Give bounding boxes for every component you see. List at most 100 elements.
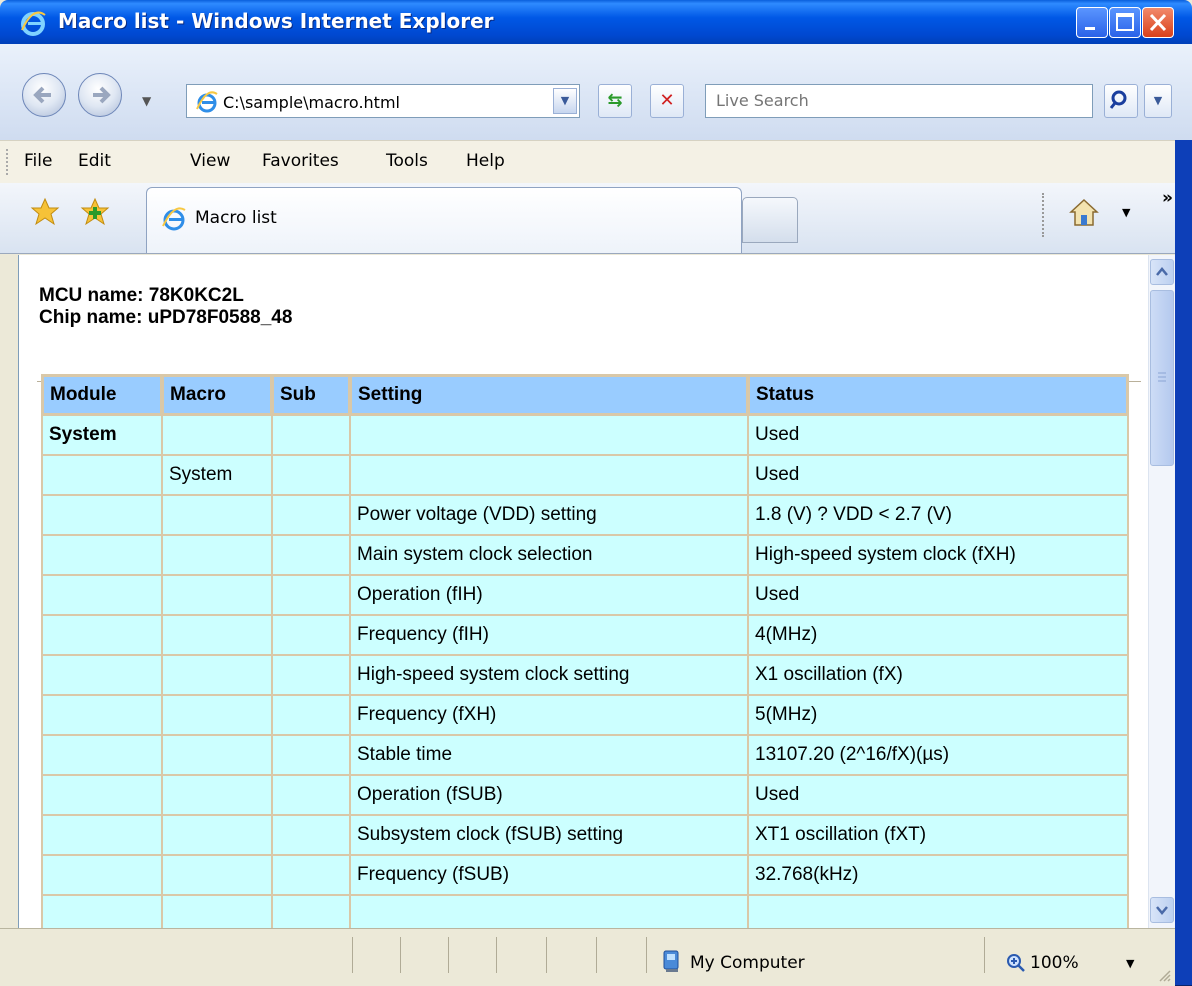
cell-setting: Frequency (fIH) [351,616,747,654]
status-divider [984,937,985,973]
title-bar: Macro list - Windows Internet Explorer [0,0,1192,44]
cell-module [43,736,161,774]
page-content: MCU name: 78K0KC2L Chip name: uPD78F0588… [18,255,1149,928]
menu-edit[interactable]: Edit [78,151,111,171]
menu-view[interactable]: View [190,151,230,171]
cell-status: Used [749,456,1127,494]
menu-help[interactable]: Help [466,151,505,171]
mcu-name: MCU name: 78K0KC2L [39,285,244,306]
zoom-level[interactable]: 100% [1030,953,1079,973]
menu-bar: File Edit View Favorites Tools Help [0,140,1192,184]
ie-logo-icon [21,11,46,36]
favorites-center-icon[interactable] [30,197,60,227]
refresh-icon: ⇆ [607,90,623,111]
cell-macro [163,896,271,928]
recent-pages-dropdown-icon[interactable]: ▼ [142,94,151,108]
cell-macro [163,536,271,574]
cell-sub [273,696,349,734]
cell-status: XT1 oscillation (fXT) [749,816,1127,854]
toolbar-overflow-icon[interactable]: » [1162,188,1173,208]
cell-macro [163,576,271,614]
forward-arrow-icon [93,86,111,104]
scroll-up-button[interactable] [1150,259,1174,285]
new-tab-button[interactable] [742,197,798,243]
address-dropdown-icon[interactable]: ▼ [553,88,577,114]
chip-name: Chip name: uPD78F0588_48 [39,307,293,328]
address-bar[interactable]: C:\sample\macro.html ▼ [186,84,580,118]
header-module: Module [43,376,161,414]
cell-module [43,816,161,854]
status-divider [496,937,497,973]
zoom-icon [1007,954,1025,972]
home-dropdown-icon[interactable]: ▼ [1122,206,1130,219]
cell-macro [163,816,271,854]
search-input[interactable] [714,90,1078,111]
forward-button[interactable] [78,73,122,117]
toolbar-grip [6,149,11,175]
home-icon[interactable] [1068,197,1100,229]
search-button[interactable] [1104,84,1138,118]
scroll-down-button[interactable] [1150,897,1174,923]
table-row: System Used [43,456,1127,494]
resize-grip-icon[interactable] [1156,967,1172,983]
cell-macro [163,696,271,734]
cell-module: System [43,416,161,454]
menu-file[interactable]: File [24,151,52,171]
close-icon [1149,13,1167,32]
table-row: Frequency (fSUB) 32.768(kHz) [43,856,1127,894]
table-header-row: Module Macro Sub Setting Status [43,376,1127,414]
cell-sub [273,776,349,814]
stop-button[interactable]: ✕ [650,84,684,118]
cell-status: 13107.20 (2^16/fX)(µs) [749,736,1127,774]
zoom-dropdown-icon[interactable]: ▼ [1126,957,1134,970]
status-bar: My Computer 100% ▼ [0,928,1175,986]
minimize-button[interactable] [1076,7,1108,38]
vertical-scrollbar[interactable] [1148,255,1176,928]
back-arrow-icon [33,86,51,104]
cell-module [43,496,161,534]
cell-setting: Operation (fSUB) [351,776,747,814]
macro-table: Module Macro Sub Setting Status System Us… [41,374,1129,928]
refresh-button[interactable]: ⇆ [598,84,632,118]
cell-status: High-speed system clock (fXH) [749,536,1127,574]
address-text: C:\sample\macro.html [223,93,400,112]
cell-setting [351,896,747,928]
cell-status [749,896,1127,928]
search-options-dropdown-icon[interactable]: ▼ [1144,84,1172,118]
maximize-button[interactable] [1109,7,1141,38]
table-row: Main system clock selection High-speed sy… [43,536,1127,574]
cell-module [43,776,161,814]
cell-sub [273,656,349,694]
table-row: Operation (fIH) Used [43,576,1127,614]
back-button[interactable] [22,73,66,117]
tab-macro-list[interactable]: Macro list [146,187,742,253]
status-divider [400,937,401,973]
cell-sub [273,496,349,534]
status-divider [448,937,449,973]
cell-macro [163,496,271,534]
menu-tools[interactable]: Tools [386,151,428,171]
close-button[interactable] [1142,7,1174,38]
cell-status: 4(MHz) [749,616,1127,654]
status-divider [352,937,353,973]
cell-status: Used [749,416,1127,454]
add-favorite-icon[interactable] [80,197,110,227]
table-row: System Used [43,416,1127,454]
menu-favorites[interactable]: Favorites [262,151,339,171]
table-row: Subsystem clock (fSUB) setting XT1 oscill… [43,816,1127,854]
cell-sub [273,456,349,494]
table-row: Stable time 13107.20 (2^16/fX)(µs) [43,736,1127,774]
table-row: Power voltage (VDD) setting 1.8 (V) ? VDD… [43,496,1127,534]
cell-macro [163,776,271,814]
cell-sub [273,856,349,894]
ie-page-icon [196,91,218,113]
cell-sub [273,536,349,574]
table-row: Frequency (fIH) 4(MHz) [43,616,1127,654]
scroll-thumb[interactable] [1150,290,1174,466]
tab-title: Macro list [195,208,277,228]
window-title: Macro list - Windows Internet Explorer [58,9,494,33]
cell-status: Used [749,776,1127,814]
scroll-up-icon [1156,267,1168,276]
table-row: Frequency (fXH) 5(MHz) [43,696,1127,734]
search-box[interactable] [705,84,1093,118]
